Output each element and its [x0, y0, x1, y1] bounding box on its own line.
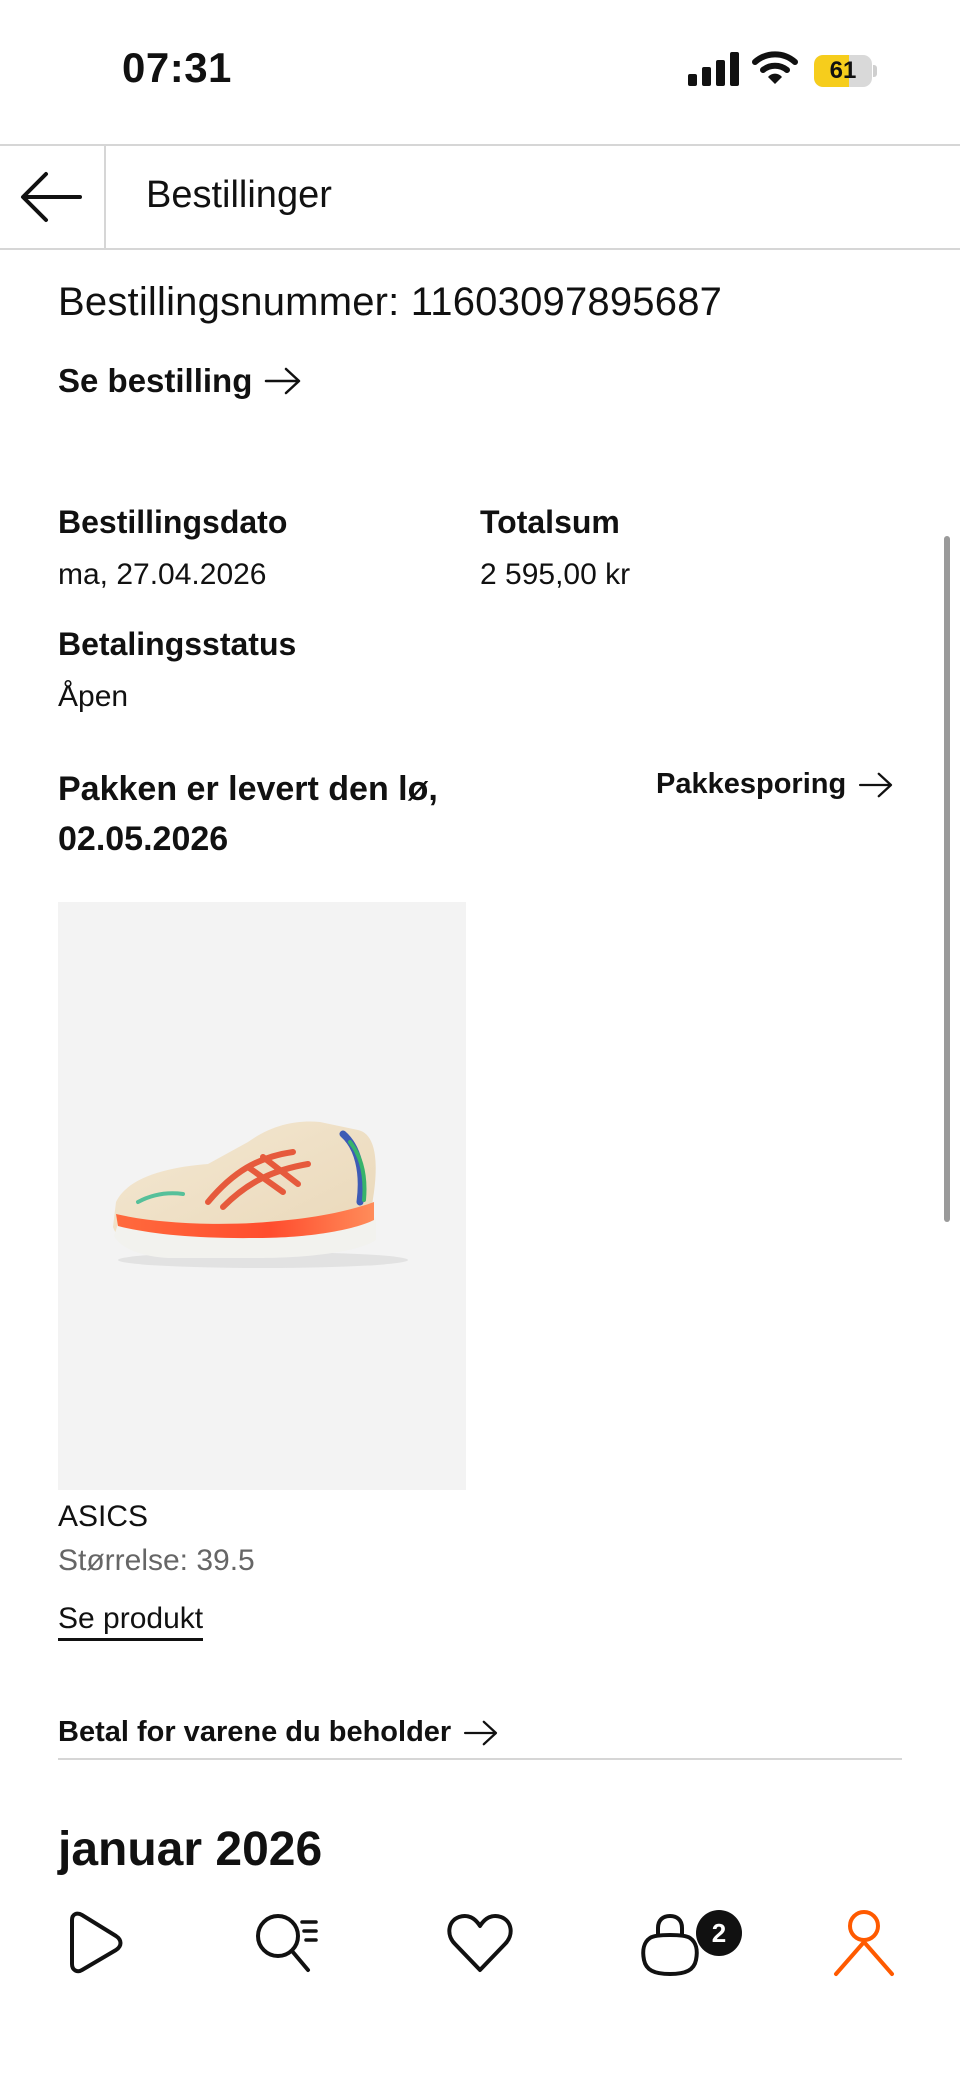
order-date-label: Bestillingsdato [58, 504, 288, 540]
order-number: Bestillingsnummer: 11603097895687 [58, 280, 723, 324]
total-label: Totalsum [480, 504, 620, 540]
delivery-status: Pakken er levert den lø, 02.05.2026 [58, 770, 438, 858]
header-divider-top [0, 144, 960, 146]
product-size: Størrelse: 39.5 [58, 1544, 255, 1577]
tab-search[interactable] [250, 1904, 326, 1980]
payment-status-value: Åpen [58, 680, 129, 713]
back-button[interactable] [18, 170, 84, 224]
header-separator [104, 146, 106, 248]
order-date-value: ma, 27.04.2026 [58, 558, 267, 591]
tab-bag[interactable] [632, 1904, 708, 1980]
battery-indicator: 61 [814, 55, 878, 87]
heart-icon [447, 1914, 513, 1972]
product-image[interactable] [58, 902, 466, 1490]
pay-kept-items-label: Betal for varene du beholder [58, 1716, 452, 1748]
product-brand: ASICS [58, 1500, 149, 1533]
header-divider-bottom [0, 248, 960, 250]
wifi-icon [752, 51, 798, 84]
scrollbar[interactable] [944, 536, 950, 1222]
see-order-label: Se bestilling [58, 362, 253, 399]
payment-status-label: Betalingsstatus [58, 626, 297, 662]
page-title: Bestillinger [146, 174, 332, 216]
total-value: 2 595,00 kr [480, 558, 631, 591]
tab-home[interactable] [58, 1904, 134, 1980]
arrow-left-icon [21, 172, 82, 222]
see-order-link[interactable]: Se bestilling [58, 362, 302, 400]
bag-icon [641, 1913, 699, 1977]
home-icon [70, 1911, 123, 1974]
search-icon [256, 1914, 318, 1972]
arrow-right-icon [464, 1720, 498, 1745]
see-product-link[interactable]: Se produkt [58, 1602, 204, 1641]
profile-icon [834, 1910, 894, 1976]
tab-wishlist[interactable] [442, 1904, 518, 1980]
month-heading: januar 2026 [58, 1823, 323, 1876]
arrow-right-icon [265, 367, 301, 395]
status-time: 07:31 [122, 44, 232, 91]
package-tracking-link[interactable]: Pakkesporing [656, 768, 894, 801]
pay-kept-items-link[interactable]: Betal for varene du beholder [58, 1716, 499, 1749]
bag-count-badge: 2 [696, 1910, 742, 1956]
cellular-signal-icon [688, 52, 739, 86]
package-tracking-label: Pakkesporing [656, 768, 847, 800]
running-shoe-image [113, 1121, 408, 1268]
tab-profile[interactable] [826, 1904, 902, 1980]
section-divider [58, 1758, 902, 1760]
arrow-right-icon [859, 772, 893, 797]
battery-percent: 61 [829, 57, 857, 84]
